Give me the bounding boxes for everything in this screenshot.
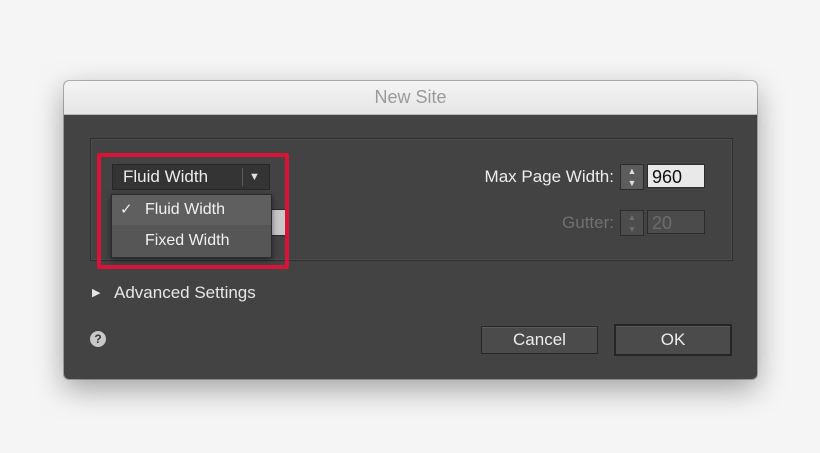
max-page-width-input[interactable]: 960 [647,164,705,188]
gutter-label: Gutter: [562,213,614,232]
help-icon[interactable]: ? [90,331,106,347]
gutter-stepper: ▲ ▼ [620,210,644,236]
new-site-dialog: New Site Fluid Width ▼ ✓ Fluid Width Fix… [64,81,757,379]
gutter-input: 20 [647,210,705,234]
cancel-button[interactable]: Cancel [481,326,598,354]
advanced-settings-label[interactable]: Advanced Settings [114,283,256,303]
step-down-icon: ▼ [627,224,637,234]
max-page-width-label: Max Page Width: [484,167,614,186]
highlight-annotation [97,153,289,269]
max-page-width-stepper[interactable]: ▲ ▼ [620,164,644,190]
dialog-title: New Site [64,81,757,115]
step-up-icon: ▲ [627,212,637,222]
disclosure-triangle-icon[interactable]: ▶ [92,283,100,303]
ok-button[interactable]: OK [614,324,732,356]
step-up-icon[interactable]: ▲ [621,165,643,177]
step-down-icon[interactable]: ▼ [621,177,643,189]
